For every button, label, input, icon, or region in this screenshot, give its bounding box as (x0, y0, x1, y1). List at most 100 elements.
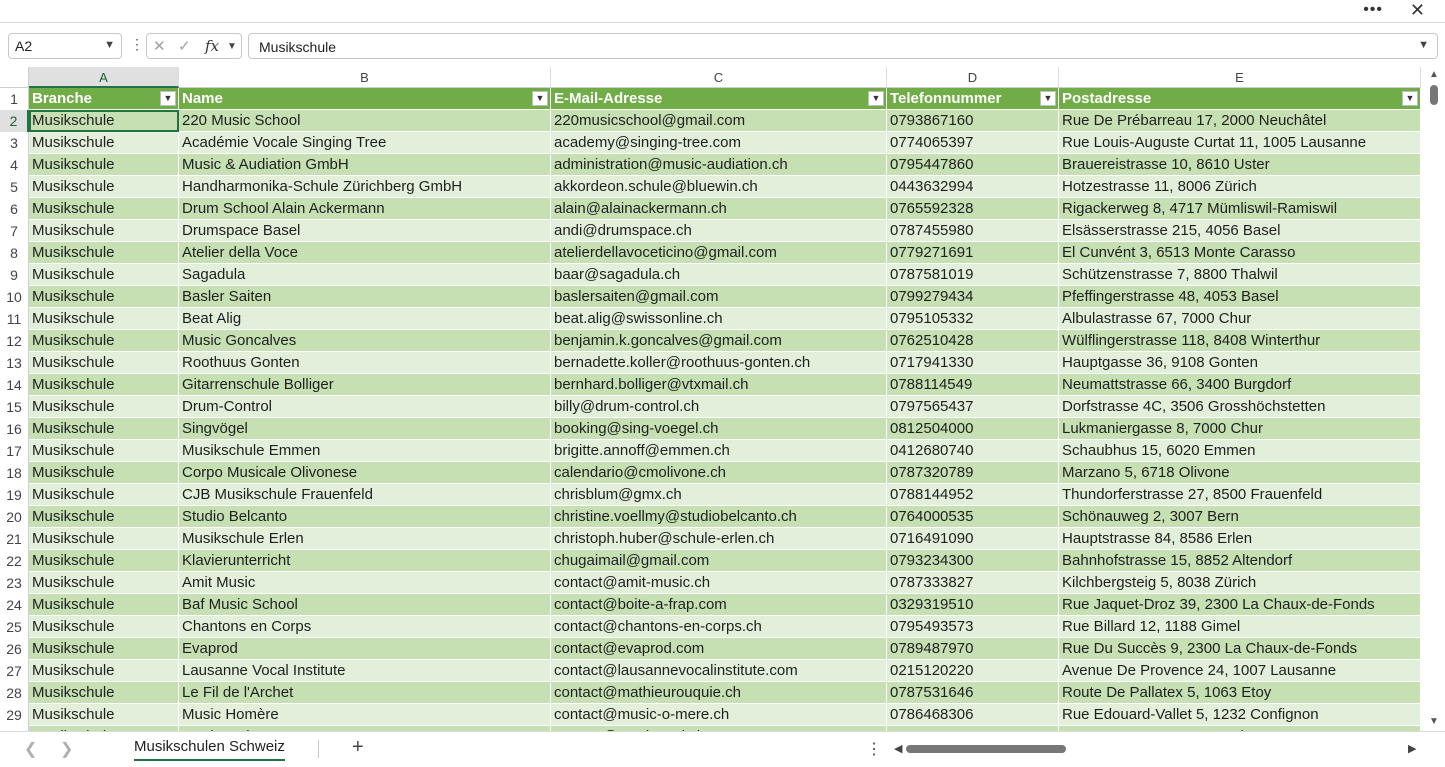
table-cell[interactable]: Singvögel (179, 418, 551, 440)
column-header-a[interactable]: A (29, 67, 179, 88)
table-cell[interactable]: chugaimail@gmail.com (551, 550, 887, 572)
scroll-right-icon[interactable]: ▶ (1408, 742, 1416, 755)
horizontal-scroll-thumb[interactable] (906, 745, 1066, 753)
table-cell[interactable]: contact@lausannevocalinstitute.com (551, 660, 887, 682)
row-number[interactable]: 10 (0, 286, 29, 308)
table-cell[interactable]: Schützenstrasse 7, 8800 Thalwil (1059, 264, 1421, 286)
table-cell[interactable]: Klavierunterricht (179, 550, 551, 572)
table-cell[interactable]: Corpo Musicale Olivonese (179, 462, 551, 484)
table-cell[interactable]: Schönauweg 2, 3007 Bern (1059, 506, 1421, 528)
table-cell[interactable]: administration@music-audiation.ch (551, 154, 887, 176)
table-cell[interactable]: 0793867160 (887, 110, 1059, 132)
table-cell[interactable]: Musikschule (29, 286, 179, 308)
row-number[interactable]: 3 (0, 132, 29, 154)
table-cell[interactable]: Musikschule Erlen (179, 528, 551, 550)
table-cell[interactable]: Rue Edouard-Vallet 5, 1232 Confignon (1059, 704, 1421, 726)
column-title-cell[interactable]: Telefonnummer ▼ (887, 88, 1059, 110)
column-header-b[interactable]: B (179, 67, 551, 88)
table-cell[interactable]: 0787581019 (887, 264, 1059, 286)
table-cell[interactable]: Dorfstrasse 4C, 3506 Grosshöchstetten (1059, 396, 1421, 418)
table-cell[interactable]: Musikschule (29, 528, 179, 550)
table-cell[interactable]: Handharmonika-Schule Zürichberg GmbH (179, 176, 551, 198)
table-cell[interactable]: 0779271691 (887, 242, 1059, 264)
table-cell[interactable]: Schaubhus 15, 6020 Emmen (1059, 440, 1421, 462)
table-cell[interactable]: 0795105332 (887, 308, 1059, 330)
vertical-scroll-thumb[interactable] (1430, 85, 1438, 105)
table-cell[interactable]: Musikschule (29, 660, 179, 682)
table-cell[interactable]: 0762510428 (887, 330, 1059, 352)
row-number[interactable]: 26 (0, 638, 29, 660)
add-sheet-button[interactable]: + (352, 736, 364, 759)
row-number[interactable]: 15 (0, 396, 29, 418)
table-cell[interactable]: Musikschule (29, 264, 179, 286)
row-number[interactable]: 1 (0, 88, 29, 110)
row-number[interactable]: 28 (0, 682, 29, 704)
table-cell[interactable]: Musikschule (29, 308, 179, 330)
table-cell[interactable]: billy@drum-control.ch (551, 396, 887, 418)
insert-function-icon[interactable]: fx (205, 37, 219, 55)
table-cell[interactable]: christine.voellmy@studiobelcanto.ch (551, 506, 887, 528)
column-header-c[interactable]: C (551, 67, 887, 88)
table-cell[interactable]: Hotzestrasse 11, 8006 Zürich (1059, 176, 1421, 198)
table-cell[interactable]: Bahnhofstrasse 15, 8852 Altendorf (1059, 550, 1421, 572)
table-cell[interactable]: Elsässerstrasse 215, 4056 Basel (1059, 220, 1421, 242)
table-cell[interactable]: Basler Saiten (179, 286, 551, 308)
table-cell[interactable]: Albulastrasse 67, 7000 Chur (1059, 308, 1421, 330)
table-cell[interactable]: Musikschule (29, 242, 179, 264)
table-cell[interactable]: Musikschule (29, 352, 179, 374)
row-number[interactable]: 27 (0, 660, 29, 682)
table-cell[interactable]: Musikschule (29, 440, 179, 462)
table-cell[interactable]: Marzano 5, 6718 Olivone (1059, 462, 1421, 484)
table-cell[interactable]: christoph.huber@schule-erlen.ch (551, 528, 887, 550)
table-cell[interactable]: Gitarrenschule Bolliger (179, 374, 551, 396)
table-cell[interactable]: Sagadula (179, 264, 551, 286)
close-icon[interactable]: ✕ (1410, 0, 1425, 21)
table-cell[interactable]: Musikschule (29, 176, 179, 198)
table-cell[interactable]: contact@boite-a-frap.com (551, 594, 887, 616)
table-cell[interactable]: Lausanne Vocal Institute (179, 660, 551, 682)
table-cell[interactable]: Rue Du Succès 9, 2300 La Chaux-de-Fonds (1059, 638, 1421, 660)
table-cell[interactable]: Lukmaniergasse 8, 7000 Chur (1059, 418, 1421, 440)
row-number[interactable]: 16 (0, 418, 29, 440)
table-cell[interactable]: 0795493573 (887, 616, 1059, 638)
table-cell[interactable]: Beat Alig (179, 308, 551, 330)
table-cell[interactable]: alain@alainackermann.ch (551, 198, 887, 220)
table-cell[interactable]: 0774065397 (887, 132, 1059, 154)
table-cell[interactable]: El Cunvént 3, 6513 Monte Carasso (1059, 242, 1421, 264)
table-cell[interactable]: contact@music-o-mere.ch (551, 704, 887, 726)
table-cell[interactable]: Brauereistrasse 10, 8610 Uster (1059, 154, 1421, 176)
table-cell[interactable]: Atelier della Voce (179, 242, 551, 264)
row-number[interactable]: 23 (0, 572, 29, 594)
table-cell[interactable]: Chantons en Corps (179, 616, 551, 638)
previous-sheet-icon[interactable]: ❮ (24, 739, 37, 759)
table-cell[interactable]: 0717941330 (887, 352, 1059, 374)
column-header-e[interactable]: E (1059, 67, 1421, 88)
table-cell[interactable]: Musikschule (29, 682, 179, 704)
table-cell[interactable]: Académie Vocale Singing Tree (179, 132, 551, 154)
table-cell[interactable]: Musikschule (29, 220, 179, 242)
table-cell[interactable]: atelierdellavoceticino@gmail.com (551, 242, 887, 264)
table-cell[interactable]: contact@evaprod.com (551, 638, 887, 660)
table-cell[interactable]: 0787531646 (887, 682, 1059, 704)
row-number[interactable]: 5 (0, 176, 29, 198)
column-title-cell[interactable]: Branche ▼ (29, 88, 179, 110)
table-cell[interactable]: Neumattstrasse 66, 3400 Burgdorf (1059, 374, 1421, 396)
formula-bar-separator-icon[interactable]: ⋮ (130, 36, 144, 53)
table-cell[interactable]: Wülflingerstrasse 118, 8408 Winterthur (1059, 330, 1421, 352)
enter-icon[interactable]: ✓ (178, 37, 191, 55)
row-number[interactable]: 7 (0, 220, 29, 242)
table-cell[interactable]: Musikschule (29, 396, 179, 418)
column-header-d[interactable]: D (887, 67, 1059, 88)
table-cell[interactable]: Rue Billard 12, 1188 Gimel (1059, 616, 1421, 638)
sheet-options-icon[interactable]: ⋮ (866, 739, 882, 759)
table-cell[interactable]: 0797565437 (887, 396, 1059, 418)
table-cell[interactable]: Drum-Control (179, 396, 551, 418)
table-cell[interactable]: Musikschule (29, 550, 179, 572)
table-cell[interactable]: Musikschule (29, 704, 179, 726)
table-cell[interactable]: 0793234300 (887, 550, 1059, 572)
table-cell[interactable]: Musikschule (29, 198, 179, 220)
filter-dropdown-icon[interactable]: ▼ (160, 91, 176, 106)
table-cell[interactable]: 0786468306 (887, 704, 1059, 726)
column-title-cell[interactable]: Name ▼ (179, 88, 551, 110)
row-number[interactable]: 22 (0, 550, 29, 572)
